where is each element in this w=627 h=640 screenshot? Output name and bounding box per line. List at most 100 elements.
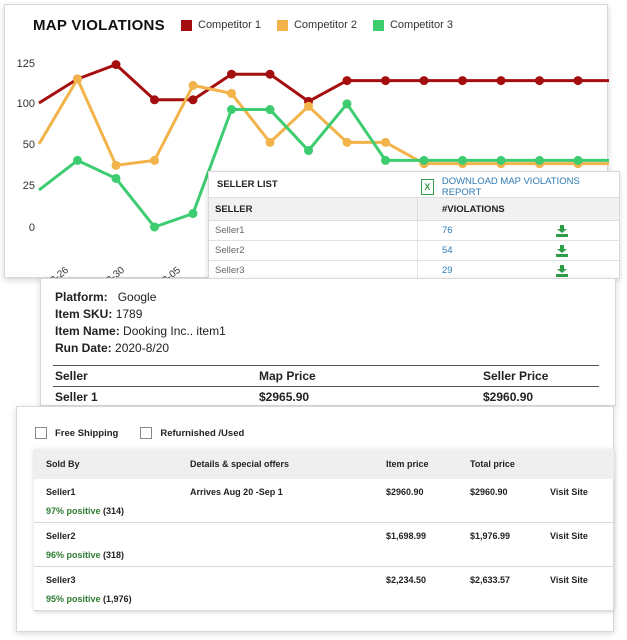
data-point-series-2[interactable] — [381, 137, 390, 147]
price-comparison-table: Seller Map Price Seller Price Seller 1 $… — [53, 365, 599, 408]
data-point-series-1[interactable] — [381, 76, 390, 86]
data-point-series-1[interactable] — [535, 76, 544, 86]
platform-label: Platform: — [55, 290, 108, 304]
offers-table: Sold By Details & special offers Item pr… — [34, 449, 614, 611]
data-point-series-3[interactable] — [342, 99, 352, 109]
column-header-seller: Seller — [55, 369, 88, 383]
run-date-value: 2020-8/20 — [115, 341, 170, 355]
rating-count: (318) — [103, 550, 125, 560]
table-row: Seller 1 $2965.90 $2960.90 — [53, 387, 599, 408]
violations-count-link[interactable]: 29 — [424, 265, 453, 276]
column-header-total-price: Total price — [464, 449, 544, 479]
data-point-series-1[interactable] — [265, 69, 275, 79]
download-report-button[interactable]: X DOWNLOAD MAP VIOLATIONS REPORT — [421, 176, 619, 198]
refurbished-checkbox[interactable] — [140, 427, 153, 439]
column-header-seller[interactable]: SELLER — [209, 197, 418, 221]
download-report-label: DOWNLOAD MAP VIOLATIONS REPORT — [441, 176, 580, 198]
visit-site-link[interactable]: Visit Site — [544, 479, 614, 523]
data-point-series-1[interactable] — [496, 76, 506, 86]
data-point-series-3[interactable] — [227, 105, 236, 115]
rating-count: (1,976) — [103, 594, 132, 604]
refurbished-filter[interactable]: Refurnished /Used — [140, 427, 244, 439]
item-price: $1,698.99 — [380, 522, 464, 567]
data-point-series-2[interactable] — [73, 74, 82, 84]
legend-item-competitor-3[interactable]: Competitor 3 — [372, 19, 453, 31]
data-point-series-1[interactable] — [111, 60, 121, 70]
series-line-1 — [38, 63, 609, 105]
offer-filters: Free Shipping Refurnished /Used — [35, 427, 244, 439]
column-header-seller-price: Seller Price — [483, 369, 549, 383]
data-point-series-1[interactable] — [150, 95, 159, 105]
data-point-series-1[interactable] — [573, 76, 583, 86]
data-point-series-1[interactable] — [419, 76, 429, 86]
data-point-series-1[interactable] — [227, 69, 236, 79]
violations-count-link[interactable]: 76 — [424, 225, 453, 236]
violations-count-link[interactable]: 54 — [424, 245, 453, 256]
y-tick-label: 100 — [17, 98, 35, 110]
visit-site-link[interactable]: Visit Site — [544, 522, 614, 567]
x-tick-label: 2020-02-26 — [25, 265, 72, 279]
total-price: $2,633.57 — [464, 566, 544, 611]
rating-percent: 96% positive — [46, 550, 101, 560]
y-tick-label: 50 — [23, 139, 35, 151]
violations-cell: 54 — [417, 240, 619, 261]
seller-list-title: SELLER LIST — [217, 179, 278, 190]
data-point-series-3[interactable] — [73, 155, 82, 165]
y-tick-label: 0 — [29, 222, 35, 234]
sku-value: 1789 — [115, 307, 143, 321]
sold-by-cell: Seller2 96% positive (318) — [34, 522, 184, 567]
data-point-series-3[interactable] — [111, 173, 121, 183]
data-point-series-1[interactable] — [458, 76, 467, 86]
legend-swatch-competitor-1 — [181, 19, 192, 31]
data-point-series-3[interactable] — [419, 155, 429, 165]
seller-list-table: SELLER #VIOLATIONS Seller1 76 Seller2 54 — [209, 197, 619, 281]
download-icon[interactable] — [555, 224, 569, 237]
seller-name: Seller2 — [209, 240, 418, 261]
data-point-series-3[interactable] — [458, 155, 467, 165]
table-header-row: Seller Map Price Seller Price — [53, 365, 599, 387]
legend-item-competitor-1[interactable]: Competitor 1 — [181, 19, 261, 31]
column-header-item-price: Item price — [380, 449, 464, 479]
download-icon[interactable] — [555, 244, 569, 257]
column-header-violations[interactable]: #VIOLATIONS — [417, 197, 619, 221]
table-row: Seller1 76 — [209, 220, 619, 241]
y-tick-label: 125 — [17, 58, 35, 70]
data-point-series-3[interactable] — [188, 209, 198, 219]
offer-details — [184, 522, 380, 567]
data-point-series-3[interactable] — [304, 146, 313, 156]
data-point-series-2[interactable] — [304, 101, 313, 111]
data-point-series-1[interactable] — [342, 76, 352, 86]
legend-swatch-competitor-3 — [372, 19, 384, 31]
data-point-series-2[interactable] — [227, 88, 236, 98]
sold-by-cell: Seller1 97% positive (314) — [34, 479, 184, 523]
data-point-series-3[interactable] — [496, 155, 506, 165]
data-point-series-3[interactable] — [535, 155, 544, 165]
data-point-series-2[interactable] — [150, 155, 159, 165]
table-row: Seller2 54 — [209, 240, 619, 261]
run-date-label: Run Date: — [55, 341, 112, 355]
chart-title: MAP VIOLATIONS — [33, 17, 165, 34]
excel-file-icon: X — [421, 179, 434, 195]
seller-price-value: $2960.90 — [483, 390, 534, 404]
data-point-series-1[interactable] — [188, 95, 198, 105]
refurbished-label: Refurnished /Used — [160, 427, 245, 439]
data-point-series-3[interactable] — [381, 155, 390, 165]
free-shipping-checkbox[interactable] — [35, 427, 47, 439]
data-point-series-3[interactable] — [573, 155, 583, 165]
map-price-value: $2965.90 — [259, 390, 310, 404]
free-shipping-label: Free Shipping — [55, 427, 119, 439]
visit-site-link[interactable]: Visit Site — [544, 566, 614, 611]
legend-label: Competitor 3 — [389, 19, 453, 31]
free-shipping-filter[interactable]: Free Shipping — [35, 427, 118, 439]
data-point-series-2[interactable] — [111, 160, 121, 170]
data-point-series-2[interactable] — [342, 137, 352, 147]
data-point-series-2[interactable] — [188, 80, 198, 90]
download-icon[interactable] — [555, 264, 569, 277]
seller-name: Seller 1 — [55, 390, 98, 404]
legend-item-competitor-2[interactable]: Competitor 2 — [276, 19, 357, 31]
data-point-series-3[interactable] — [265, 105, 275, 115]
item-name-value: Dooking Inc.. item1 — [123, 324, 226, 338]
data-point-series-3[interactable] — [150, 222, 159, 232]
rating-count: (314) — [103, 506, 125, 516]
data-point-series-2[interactable] — [265, 137, 275, 147]
